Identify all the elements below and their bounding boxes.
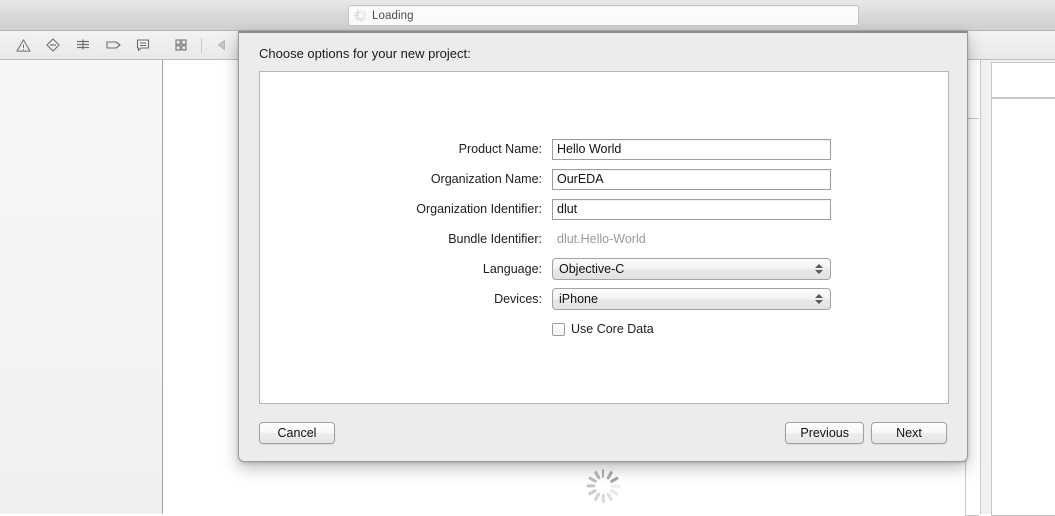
field-row-organization-name: Organization Name: xyxy=(260,164,950,194)
field-row-language: Language: Objective-C xyxy=(260,254,950,284)
cancel-button[interactable]: Cancel xyxy=(259,422,335,444)
toolbar-separator xyxy=(201,37,202,53)
devices-popup-button[interactable]: iPhone xyxy=(552,288,831,310)
label-product-name: Product Name: xyxy=(458,142,542,156)
loading-spinner-icon xyxy=(353,9,367,22)
status-text: Loading xyxy=(372,9,414,22)
navigator-sidebar[interactable] xyxy=(0,60,163,514)
sheet-title: Choose options for your new project: xyxy=(259,46,471,61)
organization-name-input[interactable] xyxy=(552,168,831,190)
label-devices: Devices: xyxy=(494,292,542,306)
utilities-panel xyxy=(965,60,1055,516)
options-form: Product Name: Organization Name: Organiz… xyxy=(260,134,950,344)
field-row-product-name: Product Name: xyxy=(260,134,950,164)
list-lines-icon[interactable] xyxy=(68,31,98,59)
bundle-identifier-value: dlut.Hello-World xyxy=(557,231,646,246)
utilities-panel-bottom-box xyxy=(991,98,1055,516)
field-row-devices: Devices: iPhone xyxy=(260,284,950,314)
language-popup-button[interactable]: Objective-C xyxy=(552,258,831,280)
label-organization-name: Organization Name: xyxy=(430,172,542,186)
utilities-panel-top-box xyxy=(991,62,1055,98)
toolbar-left-group xyxy=(8,31,158,59)
field-row-use-core-data: Use Core Data xyxy=(260,314,950,344)
product-name-input[interactable] xyxy=(552,138,831,160)
nav-back-icon[interactable] xyxy=(207,31,237,59)
label-organization-identifier: Organization Identifier: xyxy=(416,202,542,216)
loading-spinner-large xyxy=(585,468,621,504)
issue-diamond-icon[interactable] xyxy=(38,31,68,59)
field-row-bundle-identifier: Bundle Identifier: dlut.Hello-World xyxy=(260,224,950,254)
language-popup-value: Objective-C xyxy=(559,262,625,276)
organization-identifier-input[interactable] xyxy=(552,198,831,220)
chevron-updown-icon xyxy=(812,289,826,309)
status-field[interactable]: Loading xyxy=(348,5,859,26)
warning-triangle-icon[interactable] xyxy=(8,31,38,59)
tag-flag-icon[interactable] xyxy=(98,31,128,59)
next-button[interactable]: Next xyxy=(871,422,947,444)
use-core-data-checkbox[interactable] xyxy=(552,322,565,336)
app-window: Loading Choose options for your new proj… xyxy=(0,0,1055,516)
field-row-organization-identifier: Organization Identifier: xyxy=(260,194,950,224)
label-bundle-identifier: Bundle Identifier: xyxy=(448,232,542,246)
options-panel: Product Name: Organization Name: Organiz… xyxy=(259,71,949,404)
devices-popup-value: iPhone xyxy=(559,292,598,306)
grid-view-icon[interactable] xyxy=(166,31,196,59)
window-titlebar: Loading xyxy=(0,0,1055,31)
chevron-updown-icon xyxy=(812,259,826,279)
new-project-options-sheet: Choose options for your new project: Pro… xyxy=(238,31,968,462)
use-core-data-label: Use Core Data xyxy=(571,322,654,336)
speech-bubble-icon[interactable] xyxy=(128,31,158,59)
label-language: Language: xyxy=(482,262,542,276)
previous-button[interactable]: Previous xyxy=(785,422,864,444)
